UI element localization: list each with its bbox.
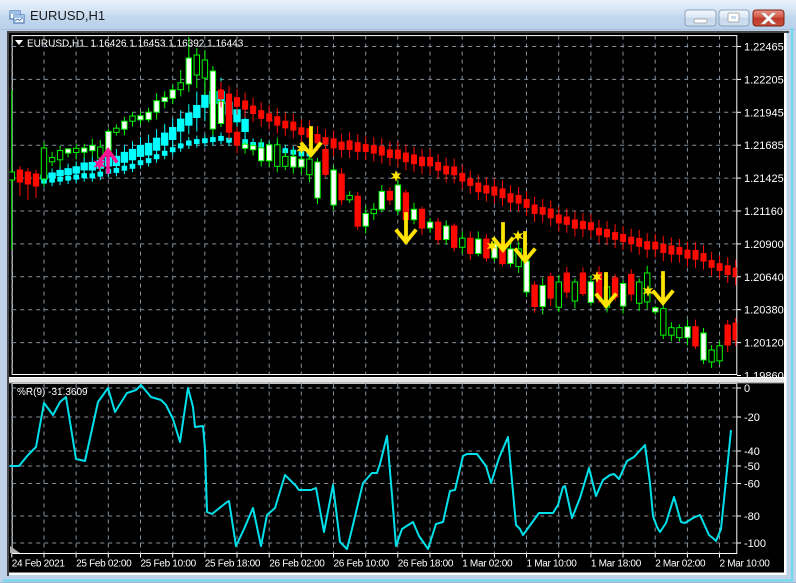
svg-text:2 Mar 10:00: 2 Mar 10:00 — [720, 559, 771, 570]
svg-text:1.22465: 1.22465 — [744, 42, 784, 54]
svg-text:1 Mar 10:00: 1 Mar 10:00 — [527, 559, 578, 570]
svg-text:1.21945: 1.21945 — [744, 107, 784, 119]
svg-text:1.21425: 1.21425 — [744, 173, 784, 185]
svg-text:25 Feb 18:00: 25 Feb 18:00 — [205, 559, 261, 570]
svg-text:1 Mar 02:00: 1 Mar 02:00 — [462, 559, 513, 570]
svg-text:25 Feb 02:00: 25 Feb 02:00 — [76, 559, 132, 570]
svg-text:-80: -80 — [744, 511, 760, 523]
svg-text:EURUSD,H1: EURUSD,H1 — [30, 8, 105, 23]
svg-text:-40: -40 — [744, 446, 760, 458]
svg-text:25 Feb 10:00: 25 Feb 10:00 — [141, 559, 197, 570]
svg-text:EURUSD,H1 1.16426 1.16453 1.1: EURUSD,H1 1.16426 1.16453 1.16392 1.1644… — [27, 39, 244, 50]
svg-text:1.20120: 1.20120 — [744, 338, 784, 350]
svg-text:0: 0 — [744, 383, 750, 395]
svg-text:26 Feb 18:00: 26 Feb 18:00 — [398, 559, 454, 570]
svg-text:-50: -50 — [744, 461, 760, 473]
svg-text:1.21685: 1.21685 — [744, 140, 784, 152]
svg-text:2 Mar 02:00: 2 Mar 02:00 — [655, 559, 706, 570]
svg-text:26 Feb 02:00: 26 Feb 02:00 — [269, 559, 325, 570]
svg-text:-20: -20 — [744, 412, 760, 424]
svg-text:26 Feb 10:00: 26 Feb 10:00 — [334, 559, 390, 570]
svg-text:%R(9) -31.3609: %R(9) -31.3609 — [17, 387, 88, 398]
svg-text:-60: -60 — [744, 479, 760, 491]
svg-text:24 Feb 2021: 24 Feb 2021 — [12, 559, 66, 570]
svg-text:1.20640: 1.20640 — [744, 272, 784, 284]
svg-text:1 Mar 18:00: 1 Mar 18:00 — [591, 559, 642, 570]
svg-text:-100: -100 — [744, 538, 766, 550]
svg-text:1.21160: 1.21160 — [744, 206, 783, 218]
svg-text:1.22205: 1.22205 — [744, 74, 784, 86]
svg-text:1.20900: 1.20900 — [744, 239, 784, 251]
svg-text:1.20380: 1.20380 — [744, 305, 784, 317]
